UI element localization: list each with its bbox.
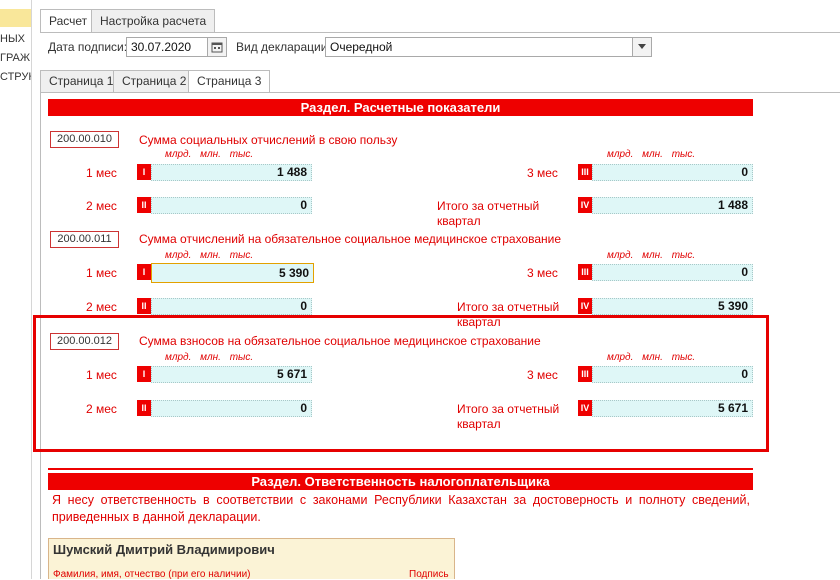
amount-field[interactable]: 0 bbox=[592, 366, 753, 383]
signer-box: Шумский Дмитрий Владимирович Фамилия, им… bbox=[48, 538, 455, 580]
left-panel-item[interactable]: ГРАЖ bbox=[0, 52, 30, 64]
amount-field[interactable]: 0 bbox=[592, 164, 753, 181]
month-3-label: 3 мес bbox=[527, 368, 558, 382]
units-label: млрд. млн. тыс. bbox=[607, 352, 696, 363]
roman-badge: I bbox=[137, 164, 151, 180]
month-2-label: 2 мес bbox=[86, 199, 117, 213]
decl-type-select[interactable]: Очередной bbox=[325, 37, 633, 57]
calendar-button[interactable] bbox=[207, 37, 227, 57]
roman-badge: II bbox=[137, 197, 151, 213]
month-1-label: 1 мес bbox=[86, 266, 117, 280]
block-title: Сумма социальных отчислений в свою польз… bbox=[139, 133, 398, 147]
month-3-label: 3 мес bbox=[527, 266, 558, 280]
chevron-down-icon bbox=[638, 44, 646, 49]
roman-badge: IV bbox=[578, 197, 592, 213]
sign-date-field[interactable]: 30.07.2020 bbox=[126, 37, 208, 57]
tab-page-3[interactable]: Страница 3 bbox=[188, 70, 271, 93]
month-1-label: 1 мес bbox=[86, 368, 117, 382]
amount-field[interactable]: 0 bbox=[592, 264, 753, 281]
section-header-responsibility: Раздел. Ответственность налогоплательщик… bbox=[48, 473, 753, 490]
total-label: Итого за отчетный квартал bbox=[437, 199, 540, 228]
roman-badge: IV bbox=[578, 400, 592, 416]
section-divider bbox=[48, 468, 753, 470]
signature-caption: Подпись bbox=[409, 569, 449, 580]
code-box: 200.00.010 bbox=[50, 131, 119, 148]
units-label: млрд. млн. тыс. bbox=[165, 149, 254, 160]
tab-divider bbox=[40, 32, 840, 33]
left-panel-item[interactable]: СТРУК bbox=[0, 71, 31, 83]
tab-raschet[interactable]: Расчет bbox=[40, 9, 97, 33]
decl-type-label: Вид декларации: bbox=[236, 40, 331, 54]
left-panel-selected[interactable] bbox=[0, 9, 31, 27]
amount-field-focused[interactable]: 5 390 bbox=[151, 263, 314, 283]
amount-field[interactable]: 0 bbox=[151, 400, 312, 417]
roman-badge: III bbox=[578, 164, 592, 180]
roman-badge: II bbox=[137, 298, 151, 314]
roman-badge: I bbox=[137, 366, 151, 382]
month-2-label: 2 мес bbox=[86, 300, 117, 314]
signer-name[interactable]: Шумский Дмитрий Владимирович bbox=[53, 542, 275, 557]
month-2-label: 2 мес bbox=[86, 402, 117, 416]
tab-page-1[interactable]: Страница 1 bbox=[40, 70, 123, 92]
units-label: млрд. млн. тыс. bbox=[165, 352, 254, 363]
amount-field[interactable]: 0 bbox=[151, 197, 312, 214]
amount-field[interactable]: 5 671 bbox=[151, 366, 312, 383]
block-title: Сумма отчислений на обязательное социаль… bbox=[139, 232, 562, 246]
section-header-calc: Раздел. Расчетные показатели bbox=[48, 99, 753, 116]
code-box: 200.00.011 bbox=[50, 231, 119, 248]
calendar-icon bbox=[211, 42, 223, 53]
roman-badge: III bbox=[578, 366, 592, 382]
roman-badge: I bbox=[137, 264, 151, 280]
decl-type-dropdown-button[interactable] bbox=[632, 37, 652, 57]
code-box: 200.00.012 bbox=[50, 333, 119, 350]
amount-field[interactable]: 1 488 bbox=[151, 164, 312, 181]
tab-page-2[interactable]: Страница 2 bbox=[113, 70, 196, 92]
amount-field[interactable]: 5 390 bbox=[592, 298, 753, 315]
left-panel-item[interactable]: НЫХ bbox=[0, 33, 25, 45]
units-label: млрд. млн. тыс. bbox=[165, 250, 254, 261]
roman-badge: II bbox=[137, 400, 151, 416]
responsibility-text: Я несу ответственность в соответствии с … bbox=[52, 493, 750, 524]
roman-badge: IV bbox=[578, 298, 592, 314]
block-title: Сумма взносов на обязательное социальное… bbox=[139, 334, 541, 348]
month-1-label: 1 мес bbox=[86, 166, 117, 180]
amount-field[interactable]: 1 488 bbox=[592, 197, 753, 214]
sign-date-label: Дата подписи: bbox=[48, 40, 128, 54]
amount-field[interactable]: 0 bbox=[151, 298, 312, 315]
left-panel: НЫХ ГРАЖ СТРУК bbox=[0, 0, 32, 579]
total-label: Итого за отчетный квартал bbox=[457, 402, 560, 431]
amount-field[interactable]: 5 671 bbox=[592, 400, 753, 417]
units-label: млрд. млн. тыс. bbox=[607, 250, 696, 261]
roman-badge: III bbox=[578, 264, 592, 280]
units-label: млрд. млн. тыс. bbox=[607, 149, 696, 160]
tab-settings[interactable]: Настройка расчета bbox=[91, 9, 216, 32]
signer-caption: Фамилия, имя, отчество (при его наличии) bbox=[53, 569, 251, 580]
month-3-label: 3 мес bbox=[527, 166, 558, 180]
